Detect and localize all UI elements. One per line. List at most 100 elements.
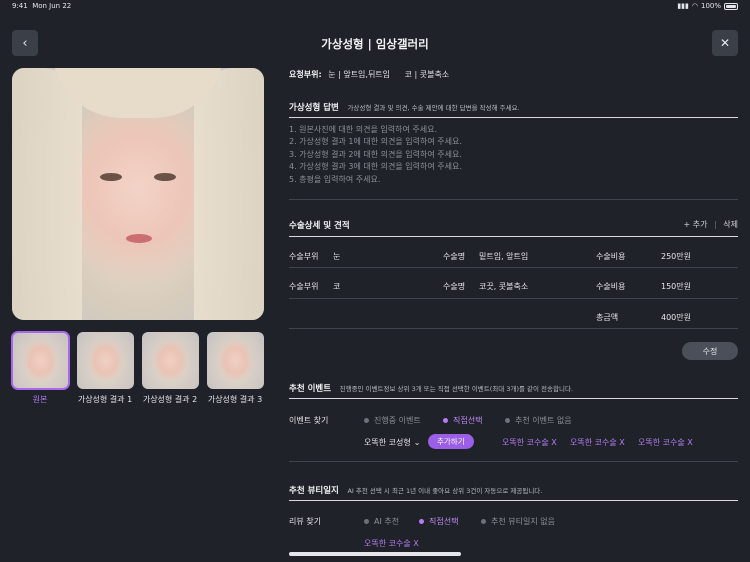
wifi-icon: ◠ (691, 2, 698, 10)
radio-label: 추천 이벤트 없음 (515, 416, 572, 425)
battery-icon (724, 2, 738, 10)
lips-shape (126, 234, 152, 243)
answer-line: 5. 총평을 입력하여 주세요. (289, 174, 381, 184)
radio-label: 직접선택 (429, 517, 459, 526)
add-surgery-button[interactable]: + 추가 (684, 220, 708, 229)
page-title: 가상성형 | 임상갤러리 (321, 37, 429, 51)
total-value: 400만원 (661, 313, 691, 322)
delete-surgery-button[interactable]: 삭제 (723, 220, 738, 229)
events-header: 추천 이벤트 진행중인 이벤트정보 상위 3개 또는 직접 선택한 이벤트(최대… (289, 382, 738, 394)
answer-header: 가상성형 답변 가상성형 결과 및 의견, 수술 제안에 대한 답변을 작성해 … (289, 101, 738, 113)
signal-icon: ▮▮▮ (677, 2, 689, 10)
diary-chip[interactable]: 오똑한 코수술 X (364, 538, 419, 549)
thumbnail-original[interactable] (11, 331, 70, 390)
divider (289, 328, 738, 329)
diary-title: 추천 뷰티일지 (289, 486, 339, 496)
hair-shape (194, 68, 264, 320)
event-find-label: 이벤트 찾기 (289, 416, 329, 425)
cost-value: 250만원 (661, 252, 691, 261)
answer-line: 2. 가상성형 결과 1에 대한 의견을 입력하여 주세요. (289, 137, 462, 147)
request-value: 코 | 콧볼축소 (404, 70, 450, 79)
status-time: 9:41 Mon Jun 22 (12, 2, 71, 10)
part-label: 수술부위 (289, 282, 319, 291)
thumbnail-result-2[interactable] (142, 332, 199, 389)
radio-direct-select[interactable]: 직접선택 (443, 415, 482, 426)
radio-dot (364, 418, 369, 423)
close-button[interactable]: ✕ (712, 30, 738, 56)
name-value: 밑트임, 앞트임 (479, 252, 529, 261)
event-chip[interactable]: 오똑한 코수술 X (570, 437, 625, 448)
edit-button[interactable]: 수정 (682, 342, 738, 360)
answer-textarea[interactable]: 1. 원본사진에 대한 의견을 입력하여 주세요. 2. 가상성형 결과 1에 … (289, 124, 719, 186)
status-indicators: ▮▮▮ ◠ 100% (677, 2, 738, 10)
radio-dot (364, 519, 369, 524)
event-select[interactable]: 오똑한 코성형 ⌄ (364, 437, 420, 448)
answer-title: 가상성형 답변 (289, 103, 339, 113)
divider (289, 117, 738, 118)
event-chip[interactable]: 오똑한 코수술 X (638, 437, 693, 448)
radio-ai-recommend[interactable]: AI 추천 (364, 516, 399, 527)
diary-subtitle: AI 추천 선택 시 최근 1년 이내 좋아요 상위 3건이 자동으로 제공됩니… (347, 487, 543, 495)
hair-shape (12, 68, 82, 320)
radio-ongoing-events[interactable]: 진행중 이벤트 (364, 415, 421, 426)
back-button[interactable]: ‹ (12, 30, 38, 56)
answer-line: 4. 가상성형 결과 3에 대한 의견을 입력하여 주세요. (289, 162, 462, 172)
radio-no-events[interactable]: 추천 이벤트 없음 (505, 415, 572, 426)
main-photo (12, 68, 264, 320)
event-chip[interactable]: 오똑한 코수술 X (502, 437, 557, 448)
divider (289, 298, 738, 299)
name-label: 수술명 (443, 252, 466, 261)
radio-dot (481, 519, 486, 524)
radio-label: 진행중 이벤트 (374, 416, 421, 425)
radio-dot (419, 519, 424, 524)
status-bar: 9:41 Mon Jun 22 ▮▮▮ ◠ 100% (0, 0, 750, 14)
surgery-header: 수술상세 및 견적 + 추가 | 삭제 (289, 219, 738, 231)
request-label: 요청부위: (289, 70, 322, 79)
add-event-button[interactable]: 추가하기 (428, 434, 474, 449)
divider (289, 398, 738, 399)
home-indicator (289, 552, 461, 556)
diary-header: 추천 뷰티일지 AI 추천 선택 시 최근 1년 이내 좋아요 상위 3건이 자… (289, 484, 738, 496)
radio-dot (505, 418, 510, 423)
events-subtitle: 진행중인 이벤트정보 상위 3개 또는 직접 선택한 이벤트(최대 3개)를 같… (339, 385, 574, 393)
radio-direct-select[interactable]: 직접선택 (419, 516, 458, 527)
thumbnail-result-3[interactable] (207, 332, 264, 389)
thumbnail-result-1[interactable] (77, 332, 134, 389)
select-value: 오똑한 코성형 (364, 438, 411, 447)
separator: | (714, 220, 717, 229)
close-icon: ✕ (719, 36, 731, 50)
divider (289, 199, 738, 200)
battery-percent: 100% (700, 2, 721, 10)
eye-shape (154, 173, 176, 181)
clock: 9:41 (12, 2, 28, 10)
thumbnail-label: 가상성형 결과 2 (142, 395, 198, 404)
chevron-left-icon: ‹ (22, 35, 28, 51)
radio-no-diary[interactable]: 추천 뷰티일지 없음 (481, 516, 555, 527)
radio-label: AI 추천 (374, 517, 400, 526)
part-value: 눈 (333, 252, 341, 261)
part-value: 코 (333, 282, 341, 291)
answer-subtitle: 가상성형 결과 및 의견, 수술 제안에 대한 답변을 작성해 주세요. (347, 104, 520, 112)
eye-shape (100, 173, 122, 181)
radio-label: 직접선택 (453, 416, 483, 425)
radio-label: 추천 뷰티일지 없음 (491, 517, 555, 526)
thumbnail-label: 가상성형 결과 1 (77, 395, 133, 404)
date: Mon Jun 22 (32, 2, 72, 10)
name-label: 수술명 (443, 282, 466, 291)
name-value: 코끗, 콧볼축소 (479, 282, 529, 291)
thumbnail-label: 원본 (32, 395, 48, 404)
cost-label: 수술비용 (596, 252, 626, 261)
cost-label: 수술비용 (596, 282, 626, 291)
part-label: 수술부위 (289, 252, 319, 261)
thumbnail-label: 가상성형 결과 3 (207, 395, 263, 404)
radio-dot (443, 418, 448, 423)
chevron-down-icon: ⌄ (413, 438, 421, 447)
divider (289, 461, 738, 462)
request-parts: 요청부위: 눈 | 앞트임,뒤트임 코 | 콧볼축소 (289, 69, 738, 80)
answer-line: 1. 원본사진에 대한 의견을 입력하여 주세요. (289, 125, 438, 134)
total-label: 총금액 (596, 313, 619, 322)
review-find-label: 리뷰 찾기 (289, 517, 321, 526)
divider (289, 500, 738, 501)
surgery-title: 수술상세 및 견적 (289, 221, 350, 231)
divider (289, 236, 738, 237)
